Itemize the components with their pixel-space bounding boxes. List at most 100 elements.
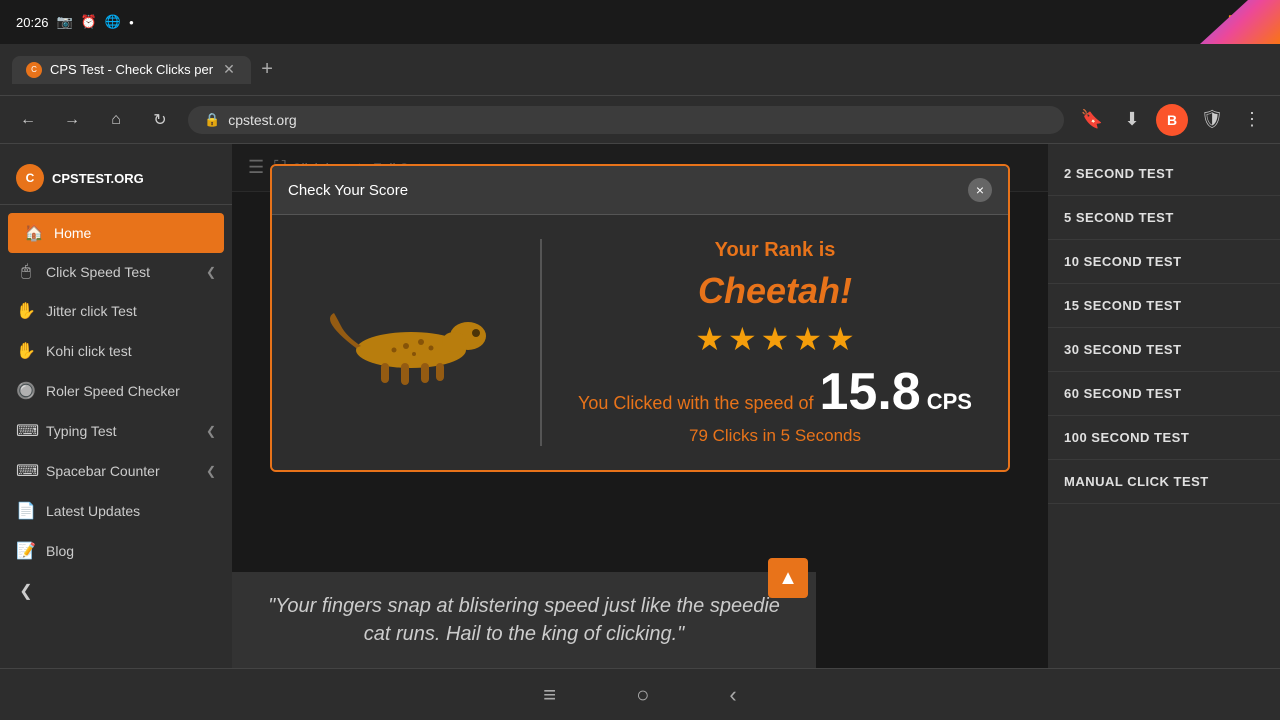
sidebar-item-click-speed-label: Click Speed Test [46,264,150,280]
rank-name: Cheetah! [698,270,852,312]
corner-decoration [1200,0,1280,44]
alarm-icon: ⏰ [81,14,97,30]
active-tab[interactable]: C CPS Test - Check Clicks per ✕ [12,56,251,84]
tab-close-button[interactable]: ✕ [221,62,237,78]
camera-icon: 📷 [57,14,73,30]
roler-icon: 🔘 [16,381,36,401]
lock-icon: 🔒 [204,112,220,128]
dots-icon: • [129,15,134,30]
modal-body: Your Rank is Cheetah! ★ ★ ★ ★ ★ You Clic… [272,215,1008,470]
right-item-60sec[interactable]: 60 SECOND TEST [1048,372,1280,416]
right-item-100sec[interactable]: 100 SECOND TEST [1048,416,1280,460]
right-item-2sec[interactable]: 2 SECOND TEST [1048,152,1280,196]
sidebar-item-blog-label: Blog [46,543,74,559]
reload-button[interactable]: ↻ [144,104,176,136]
status-left: 20:26 📷 ⏰ 🌐 • [16,14,134,30]
sidebar-item-home-label: Home [54,225,91,241]
forward-button[interactable]: → [56,104,88,136]
toolbar-right: 🔖 ⬇ B 🛡 ⋮ [1076,104,1268,136]
sidebar-item-kohi[interactable]: ✋ Kohi click test [0,331,232,371]
speed-value: 15.8 [820,366,921,418]
tab-title: CPS Test - Check Clicks per [50,62,213,77]
sidebar-item-click-speed[interactable]: 🖱 Click Speed Test ❮ [0,253,232,291]
speed-row: You Clicked with the speed of 15.8 CPS [578,366,972,418]
right-item-5sec[interactable]: 5 SECOND TEST [1048,196,1280,240]
address-text: cpstest.org [228,112,296,128]
blog-icon: 📝 [16,541,36,561]
rank-label: Your Rank is [715,239,836,262]
status-bar: 20:26 📷 ⏰ 🌐 • 📶 🔋 [0,0,1280,44]
right-item-manual[interactable]: MANUAL CLICK TEST [1048,460,1280,504]
browser-tab-bar: C CPS Test - Check Clicks per ✕ + [0,44,1280,96]
sidebar-item-typing-label: Typing Test [46,423,117,439]
sidebar-item-kohi-label: Kohi click test [46,343,132,359]
scroll-top-button[interactable]: ▲ [768,558,808,598]
sidebar-item-blog[interactable]: 📝 Blog [0,531,232,571]
brave-icon[interactable]: B [1156,104,1188,136]
sidebar-item-jitter-label: Jitter click Test [46,303,137,319]
modal-title: Check Your Score [288,182,408,199]
spacebar-icon: ⌨ [16,461,36,481]
sidebar-collapse-button[interactable]: ❮ [0,571,232,611]
star-1: ★ [695,320,724,358]
cheetah-image [316,298,496,388]
star-5: ★ [826,320,855,358]
cps-unit: CPS [927,389,972,415]
sidebar-logo: C CPSTEST.ORG [0,152,232,205]
sidebar-item-spacebar-label: Spacebar Counter [46,463,160,479]
status-time: 20:26 [16,15,49,30]
download-icon[interactable]: ⬇ [1116,104,1148,136]
right-item-30sec[interactable]: 30 SECOND TEST [1048,328,1280,372]
sidebar-item-jitter[interactable]: ✋ Jitter click Test [0,291,232,331]
sidebar-item-updates[interactable]: 📄 Latest Updates [0,491,232,531]
right-sidebar: 2 SECOND TEST 5 SECOND TEST 10 SECOND TE… [1048,144,1280,668]
star-2: ★ [728,320,757,358]
sidebar-item-typing[interactable]: ⌨ Typing Test ❮ [0,411,232,451]
score-modal: Check Your Score × [270,164,1010,472]
click-speed-arrow: ❮ [206,265,216,279]
bottom-nav-back[interactable]: ‹ [729,682,736,708]
content-bottom: "Your fingers snap at blistering speed j… [232,572,816,668]
tab-favicon: C [26,62,42,78]
modal-right: Your Rank is Cheetah! ★ ★ ★ ★ ★ You Clic… [566,239,984,446]
content-area: ☰ ⛶ Click here to Full Screen Check Your… [232,144,1048,668]
typing-icon: ⌨ [16,421,36,441]
modal-header: Check Your Score × [272,166,1008,215]
speed-prefix: You Clicked with the speed of [578,393,814,414]
bottom-nav-home[interactable]: ○ [636,682,649,708]
bottom-nav: ≡ ○ ‹ [0,668,1280,720]
clicks-info: 79 Clicks in 5 Seconds [689,426,861,446]
main-layout: C CPSTEST.ORG 🏠 Home 🖱 Click Speed Test … [0,144,1280,668]
kohi-icon: ✋ [16,341,36,361]
right-item-10sec[interactable]: 10 SECOND TEST [1048,240,1280,284]
left-sidebar: C CPSTEST.ORG 🏠 Home 🖱 Click Speed Test … [0,144,232,668]
sidebar-item-spacebar[interactable]: ⌨ Spacebar Counter ❮ [0,451,232,491]
address-bar-row: ← → ⌂ ↻ 🔒 cpstest.org 🔖 ⬇ B 🛡 ⋮ [0,96,1280,144]
back-button[interactable]: ← [12,104,44,136]
home-button[interactable]: ⌂ [100,104,132,136]
star-4: ★ [793,320,822,358]
quote-text: "Your fingers snap at blistering speed j… [256,592,792,648]
jitter-icon: ✋ [16,301,36,321]
address-bar[interactable]: 🔒 cpstest.org [188,106,1064,134]
sidebar-item-updates-label: Latest Updates [46,503,140,519]
typing-arrow: ❮ [206,424,216,438]
shield-icon[interactable]: 🛡 [1196,104,1228,136]
spacebar-arrow: ❮ [206,464,216,478]
click-speed-icon: 🖱 [16,263,36,281]
sidebar-item-home[interactable]: 🏠 Home [8,213,224,253]
modal-left [296,239,516,446]
updates-icon: 📄 [16,501,36,521]
bookmark-icon[interactable]: 🔖 [1076,104,1108,136]
collapse-icon: ❮ [16,581,36,601]
bottom-nav-menu[interactable]: ≡ [543,682,556,708]
sidebar-item-roler-label: Roler Speed Checker [46,383,180,399]
stars-container: ★ ★ ★ ★ ★ [695,320,854,358]
right-item-15sec[interactable]: 15 SECOND TEST [1048,284,1280,328]
sidebar-item-roler[interactable]: 🔘 Roler Speed Checker [0,371,232,411]
new-tab-button[interactable]: + [251,54,283,86]
logo-text: CPSTEST.ORG [52,171,144,186]
modal-close-button[interactable]: × [968,178,992,202]
star-3: ★ [761,320,790,358]
more-icon[interactable]: ⋮ [1236,104,1268,136]
